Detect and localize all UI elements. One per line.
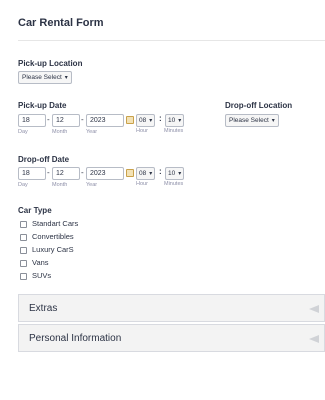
dropoff-minute-value: 10: [168, 170, 176, 177]
pickup-day-input[interactable]: 18: [18, 114, 46, 127]
dropoff-hour-sublabel: Hour: [136, 181, 148, 187]
pickup-location-select-value: Please Select: [22, 74, 62, 81]
date-separator: -: [47, 115, 50, 124]
car-type-option-label: Convertibles: [32, 232, 74, 241]
pickup-minutes-sublabel: Minutes: [164, 128, 184, 134]
pickup-location-select[interactable]: Please Select ▾: [18, 71, 72, 84]
pickup-date-label: Pick-up Date: [18, 101, 67, 110]
pickup-hour-select[interactable]: 08 ▾: [136, 114, 156, 127]
extras-section-header[interactable]: Extras: [18, 294, 325, 322]
chevron-down-icon: ▾: [178, 170, 182, 177]
dropoff-year-sublabel: Year: [86, 182, 98, 188]
chevron-down-icon: ▾: [149, 117, 153, 124]
car-type-option-label: Standart Cars: [32, 219, 79, 228]
car-type-label: Car Type: [18, 206, 52, 215]
dropoff-day-input[interactable]: 18: [18, 167, 46, 180]
personal-information-section-header[interactable]: Personal Information: [18, 324, 325, 352]
car-type-checkbox[interactable]: [20, 273, 27, 280]
chevron-down-icon: ▾: [149, 170, 153, 177]
date-separator: -: [47, 168, 50, 177]
pickup-day-sublabel: Day: [18, 129, 28, 135]
chevron-down-icon: ▾: [64, 74, 68, 81]
collapse-arrow-icon: [309, 335, 319, 343]
pickup-minute-value: 10: [168, 117, 176, 124]
collapse-arrow-icon: [309, 305, 319, 313]
dropoff-location-label: Drop-off Location: [225, 101, 293, 110]
dropoff-day-sublabel: Day: [18, 182, 28, 188]
form-title: Car Rental Form: [18, 17, 104, 29]
pickup-location-label: Pick-up Location: [18, 59, 83, 68]
car-type-option-label: Luxury CarS: [32, 245, 74, 254]
car-type-option-label: Vans: [32, 258, 49, 267]
time-separator: :: [159, 114, 162, 123]
dropoff-location-select[interactable]: Please Select ▾: [225, 114, 279, 127]
pickup-hour-sublabel: Hour: [136, 128, 148, 134]
date-separator: -: [81, 115, 84, 124]
calendar-icon[interactable]: [126, 169, 134, 177]
dropoff-minutes-sublabel: Minutes: [164, 181, 184, 187]
calendar-icon[interactable]: [126, 116, 134, 124]
car-type-checkbox[interactable]: [20, 247, 27, 254]
personal-information-section-title: Personal Information: [29, 332, 122, 344]
dropoff-date-label: Drop-off Date: [18, 155, 70, 164]
car-type-checkbox[interactable]: [20, 221, 27, 228]
extras-section-title: Extras: [29, 302, 58, 314]
dropoff-hour-value: 08: [139, 170, 147, 177]
pickup-minute-select[interactable]: 10 ▾: [165, 114, 185, 127]
dropoff-minute-select[interactable]: 10 ▾: [165, 167, 185, 180]
car-type-option-label: SUVs: [32, 271, 52, 280]
time-separator: :: [159, 167, 162, 176]
chevron-down-icon: ▾: [178, 117, 182, 124]
dropoff-year-input[interactable]: 2023: [86, 167, 124, 180]
dropoff-location-select-value: Please Select: [229, 117, 269, 124]
chevron-down-icon: ▾: [271, 117, 275, 124]
pickup-month-sublabel: Month: [52, 129, 68, 135]
date-separator: -: [81, 168, 84, 177]
car-type-checkbox[interactable]: [20, 260, 27, 267]
title-divider: [18, 40, 325, 41]
pickup-hour-value: 08: [139, 117, 147, 124]
dropoff-month-sublabel: Month: [52, 182, 68, 188]
pickup-year-input[interactable]: 2023: [86, 114, 124, 127]
car-type-checkbox[interactable]: [20, 234, 27, 241]
pickup-year-sublabel: Year: [86, 129, 98, 135]
dropoff-month-input[interactable]: 12: [52, 167, 80, 180]
pickup-month-input[interactable]: 12: [52, 114, 80, 127]
dropoff-hour-select[interactable]: 08 ▾: [136, 167, 156, 180]
